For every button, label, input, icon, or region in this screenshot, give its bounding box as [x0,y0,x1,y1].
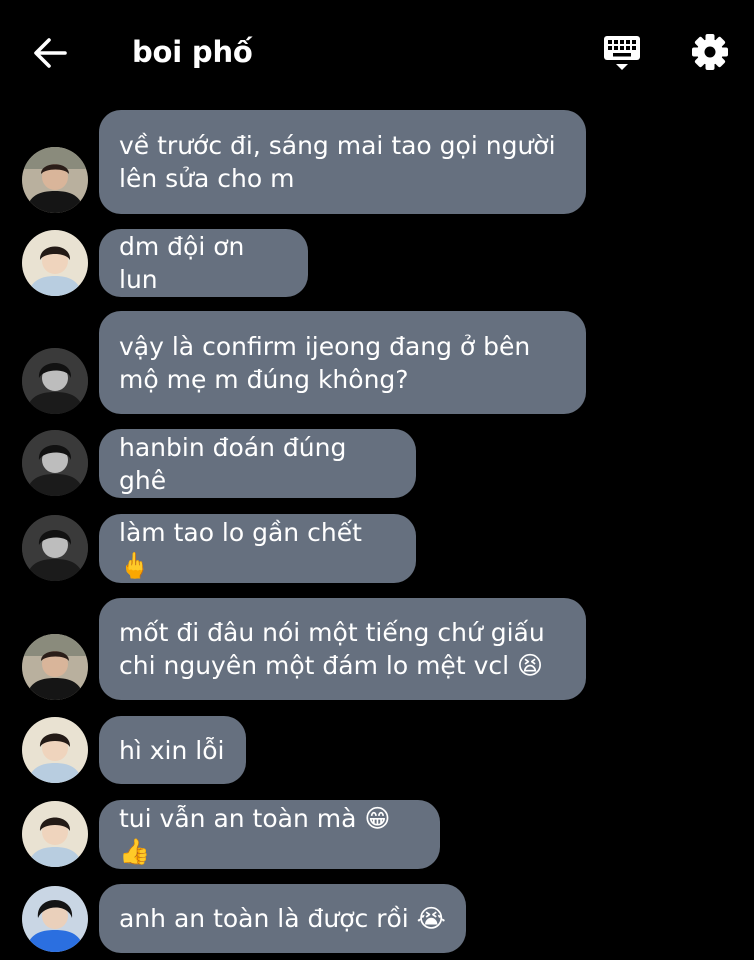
message-row: tui vẫn an toàn mà 😁👍 [0,800,754,869]
person-b-avatar-icon [22,801,88,867]
person-b-avatar-icon [22,717,88,783]
message-row: làm tao lo gần chết 🖕 [0,514,754,583]
message-bubble[interactable]: mốt đi đâu nói một tiếng chứ giấu chi ng… [99,598,586,700]
person-b-avatar-icon [22,230,88,296]
avatar[interactable] [22,147,88,213]
message-bubble[interactable]: hanbin đoán đúng ghê [99,429,416,498]
message-text: làm tao lo gần chết 🖕 [119,517,362,580]
message-row: dm đội ơn lun [0,229,754,297]
avatar[interactable] [22,430,88,496]
message-text: tui vẫn an toàn mà 😁👍 [119,803,391,866]
message-row: hì xin lỗi [0,716,754,784]
chat-header: boi phố [0,0,754,104]
person-c-avatar-icon [22,348,88,414]
avatar[interactable] [22,801,88,867]
arrow-left-icon [34,38,67,68]
avatar[interactable] [22,717,88,783]
settings-button[interactable] [688,30,732,74]
message-bubble[interactable]: tui vẫn an toàn mà 😁👍 [99,800,440,869]
message-row: hanbin đoán đúng ghê [0,429,754,498]
avatar[interactable] [22,886,88,952]
message-text: anh an toàn là được rồi 😭 [119,904,446,933]
message-row: anh an toàn là được rồi 😭 [0,884,754,953]
message-row: vậy là confirm ijeong đang ở bên mộ mẹ m… [0,311,754,414]
message-text: dm đội ơn lun [119,232,245,294]
person-a-avatar-icon [22,634,88,700]
avatar[interactable] [22,515,88,581]
message-text: hì xin lỗi [119,735,225,765]
person-a-avatar-icon [22,147,88,213]
message-bubble[interactable]: dm đội ơn lun [99,229,308,297]
avatar[interactable] [22,230,88,296]
person-c-avatar-icon [22,515,88,581]
back-button[interactable] [30,34,70,72]
keyboard-icon [604,36,640,70]
person-d-avatar-icon [22,886,88,952]
message-bubble[interactable]: về trước đi, sáng mai tao gọi người lên … [99,110,586,214]
message-row: về trước đi, sáng mai tao gọi người lên … [0,110,754,214]
chat-title: boi phố [132,35,253,69]
gear-icon [692,34,728,70]
message-bubble[interactable]: vậy là confirm ijeong đang ở bên mộ mẹ m… [99,311,586,414]
avatar[interactable] [22,348,88,414]
message-text: về trước đi, sáng mai tao gọi người lên … [119,131,556,193]
avatar[interactable] [22,634,88,700]
message-bubble[interactable]: hì xin lỗi [99,716,246,784]
keyboard-button[interactable] [600,32,644,74]
message-text: vậy là confirm ijeong đang ở bên mộ mẹ m… [119,331,531,394]
person-c-avatar-icon [22,430,88,496]
message-text: mốt đi đâu nói một tiếng chứ giấu chi ng… [119,618,545,680]
message-bubble[interactable]: làm tao lo gần chết 🖕 [99,514,416,583]
message-bubble[interactable]: anh an toàn là được rồi 😭 [99,884,466,953]
message-text: hanbin đoán đúng ghê [119,432,347,495]
message-row: mốt đi đâu nói một tiếng chứ giấu chi ng… [0,598,754,700]
